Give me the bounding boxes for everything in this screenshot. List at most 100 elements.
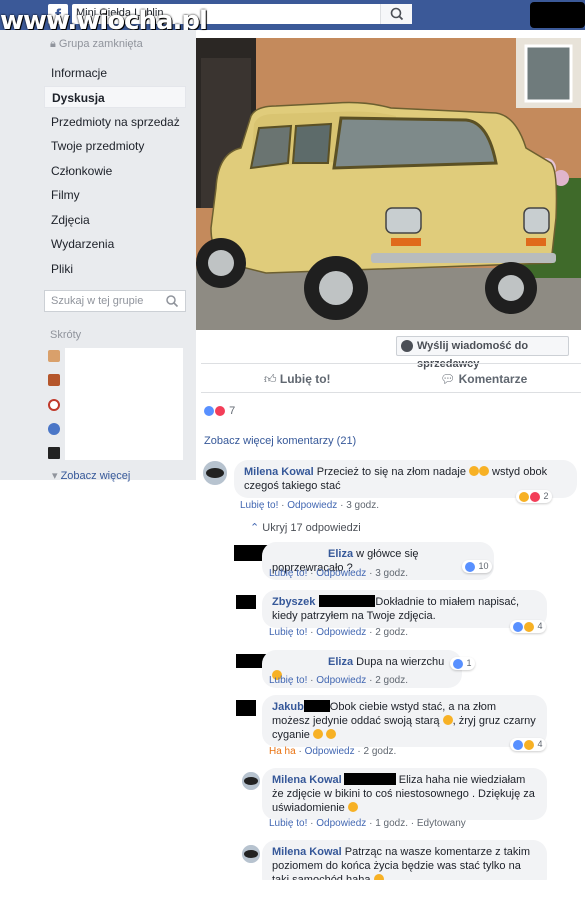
comment-time: 2 godz. [363,746,397,757]
lock-icon: 🔒︎ [50,38,56,50]
comment-icon: 💬︎ [440,372,456,386]
angry-reaction-icon [530,491,540,502]
reply-bubble: Jakub Obok ciebie wstyd stać, a na złom m… [262,695,547,747]
divider [201,363,581,364]
shortcuts-title: Skróty [50,329,82,341]
like-reaction-icon [453,658,463,669]
smile-emoji-icon [312,729,323,739]
messenger-icon [401,340,413,352]
search-icon[interactable] [165,294,179,308]
comment-author[interactable]: Eliza [328,548,353,560]
censored-name [303,700,330,712]
comment-like-link[interactable]: Lubię to! [269,818,307,829]
comment-meta: Lubię to! · Odpowiedz · 1 godz. · Edytow… [269,818,466,829]
avatar[interactable] [242,772,260,790]
search-icon [390,7,404,21]
thumbs-up-icon: 👍︎ [264,372,277,386]
avatar[interactable] [203,461,227,485]
see-more-link[interactable]: ▾ Zobacz więcej [52,469,130,482]
groups-icon[interactable] [48,423,60,435]
censored-avatar [236,595,256,609]
comment-reactions-count: 10 [478,561,489,571]
hide-replies-link[interactable]: ⌃ Ukryj 17 odpowiedzi [250,521,361,534]
comment-label: Komentarze [458,372,528,386]
shortcuts-redacted-panel [65,348,183,460]
censored-block [530,2,585,28]
sidebar-item-your-items[interactable]: Twoje przedmioty [44,135,186,157]
comment-edited[interactable]: Edytowany [417,818,466,829]
hand-icon[interactable] [48,350,60,362]
comment-reply-link[interactable]: Odpowiedz [316,627,366,638]
comment-meta: Lubię to! · Odpowiedz · 2 godz. [269,675,408,686]
comment-reactions-count: 4 [537,739,543,749]
sidebar-item-for-sale[interactable]: Przedmioty na sprzedaż [44,111,186,133]
comment-like-link[interactable]: Lubię to! [269,675,307,686]
comment-reactions[interactable]: 2 [516,490,552,503]
haha-reaction-icon [524,621,534,632]
comment-reply-link[interactable]: Odpowiedz [316,568,366,579]
censored-name [319,595,376,607]
car-photo-illustration [196,38,581,330]
comment-like-link[interactable]: Lubię to! [269,568,307,579]
left-sidebar: 🔒︎ Grupa zamknięta Informacje Dyskusja P… [0,30,196,482]
avatar[interactable] [242,845,260,863]
group-search-input[interactable]: Szukaj w tej grupie [44,290,186,312]
badge-icon[interactable] [48,399,60,411]
reactions-summary[interactable]: 7 [204,405,235,417]
comment-time: 2 godz. [375,627,408,638]
love-reaction-icon [215,406,225,417]
hide-replies-label: Ukryj 17 odpowiedzi [262,522,361,534]
comment-meta: Lubię to! · Odpowiedz · 3 godz. [240,500,379,511]
page-bottom [0,880,585,900]
group-status-label: Grupa zamknięta [58,38,143,50]
comment-reactions[interactable]: 1 [450,657,475,670]
sidebar-item-videos[interactable]: Filmy [44,184,186,206]
comment-time: 2 godz. [375,675,408,686]
sidebar-item-discussion[interactable]: Dyskusja [44,86,186,108]
group-search-placeholder: Szukaj w tej grupie [51,295,144,307]
graduation-cap-icon[interactable] [48,447,60,459]
comment-reactions-count: 4 [537,621,543,631]
like-reaction-icon [513,739,523,750]
comment-reactions[interactable]: 10 [462,560,492,573]
comment-meta: Ha ha · Odpowiedz · 2 godz. [269,746,397,757]
smile-emoji-icon [442,715,453,725]
comment-meta: Lubię to! · Odpowiedz · 2 godz. [269,627,408,638]
group-status: 🔒︎ Grupa zamknięta [50,38,143,51]
comment-author[interactable]: Zbyszek [272,596,315,608]
comment-reply-link[interactable]: Odpowiedz [287,500,337,511]
sidebar-item-members[interactable]: Członkowie [44,160,186,182]
comment-haha-link[interactable]: Ha ha [269,746,296,757]
search-button[interactable] [380,4,412,24]
sidebar-item-events[interactable]: Wydarzenia [44,233,186,255]
more-comments-link[interactable]: Zobacz więcej komentarzy (21) [204,435,356,447]
comment-like-link[interactable]: Lubię to! [240,500,278,511]
message-seller-button[interactable]: Wyślij wiadomość do sprzedawcy [396,336,569,370]
like-button[interactable]: 👍︎ Lubię to! [264,372,331,387]
comment-author[interactable]: Milena Kowal [244,466,314,478]
censored-name [343,773,396,785]
comment-like-link[interactable]: Lubię to! [269,627,307,638]
comment-button[interactable]: 💬︎ Komentarze [440,372,527,386]
like-reaction-icon [513,621,523,632]
comment-reactions-count: 2 [543,491,549,501]
reply-bubble: Zbyszek Dokładnie to miałem napisać, kied… [262,590,547,628]
comment-author[interactable]: Eliza [328,656,353,668]
sidebar-item-info[interactable]: Informacje [44,62,186,84]
comment-reactions[interactable]: 4 [510,620,546,633]
car-photo[interactable] [196,38,581,330]
comment-reply-link[interactable]: Odpowiedz [316,818,366,829]
see-more-label: Zobacz więcej [60,470,131,482]
sidebar-item-files[interactable]: Pliki [44,258,186,280]
like-reaction-icon [465,561,475,572]
group-thumbnail-icon[interactable] [48,374,60,386]
sidebar-item-photos[interactable]: Zdjęcia [44,209,186,231]
comment-author[interactable]: Milena Kowal [272,846,342,858]
comment-author[interactable]: Jakub [272,701,304,713]
comment-reply-link[interactable]: Odpowiedz [316,675,366,686]
comment-author[interactable]: Milena Kowal [272,774,342,786]
comment-reactions[interactable]: 4 [510,738,546,751]
comment-time: 3 godz. [346,500,379,511]
comment-reply-link[interactable]: Odpowiedz [305,746,355,757]
comment-time: 3 godz. [375,568,408,579]
